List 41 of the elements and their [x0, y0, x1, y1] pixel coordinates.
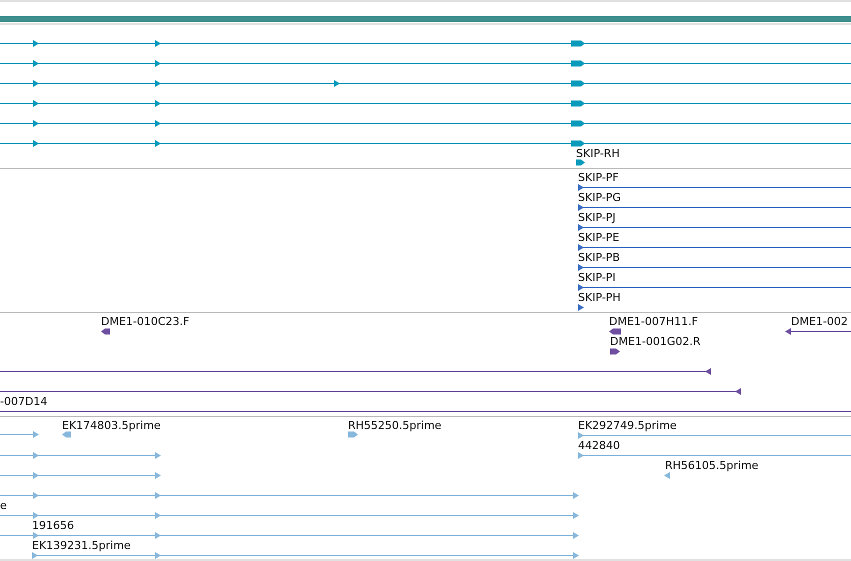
feature-line[interactable] — [578, 244, 851, 251]
feature-line[interactable] — [0, 368, 712, 375]
feature-line[interactable] — [578, 184, 851, 191]
feature-line[interactable] — [578, 204, 851, 211]
feature-label: SKIP-PH — [578, 291, 621, 304]
feature-label: SKIP-PJ — [578, 211, 616, 224]
feature-label: e — [0, 499, 7, 512]
feature-label: SKIP-PF — [578, 171, 619, 184]
feature-line[interactable] — [578, 224, 851, 231]
feature-line[interactable] — [578, 284, 851, 291]
feature-arrow-icon[interactable] — [610, 348, 620, 354]
feature-line[interactable] — [0, 100, 851, 107]
feature-label: SKIP-RH — [576, 147, 620, 160]
feature-label: SKIP-PB — [578, 251, 620, 264]
feature-arrow-icon[interactable] — [101, 328, 110, 334]
feature-label: SKIP-PE — [578, 231, 620, 244]
feature-line[interactable] — [785, 328, 851, 335]
feature-arrow-icon[interactable] — [609, 328, 621, 334]
feature-label: EK174803.5prime — [62, 419, 161, 432]
feature-line[interactable] — [0, 388, 742, 395]
feature-line[interactable] — [0, 80, 851, 87]
feature-label: DME1-002 — [791, 315, 848, 328]
feature-arrow-icon[interactable] — [576, 160, 585, 166]
feature-label: DME1-007H11.F — [609, 315, 698, 328]
feature-label: -007D14 — [0, 395, 48, 408]
feature-label: EK292749.5prime — [578, 419, 677, 432]
feature-label: EK139231.5prime — [32, 539, 131, 552]
feature-label: SKIP-PG — [578, 191, 621, 204]
feature-line[interactable] — [0, 120, 851, 127]
feature-label: DME1-001G02.R — [610, 335, 701, 348]
feature-line[interactable] — [578, 264, 851, 271]
feature-arrow-icon[interactable] — [578, 304, 584, 311]
feature-label: DME1-010C23.F — [101, 315, 190, 328]
feature-label: 442840 — [578, 439, 620, 452]
feature-line[interactable] — [0, 60, 851, 67]
feature-label: SKIP-PI — [578, 271, 616, 284]
feature-line[interactable] — [0, 140, 851, 147]
feature-label: RH56105.5prime — [665, 459, 758, 472]
feature-line[interactable] — [0, 40, 851, 47]
feature-label: RH55250.5prime — [348, 419, 442, 432]
feature-label: 191656 — [32, 519, 74, 532]
